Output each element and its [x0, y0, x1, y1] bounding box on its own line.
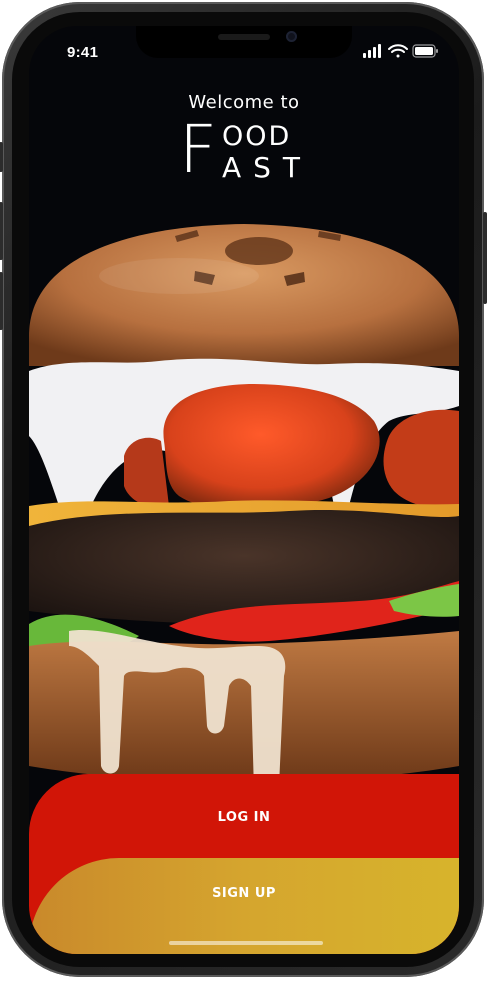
logo-bottom-text: AST [222, 151, 313, 184]
app-screen: Welcome to F OOD AST LOG IN SIGN UP 9:41 [29, 26, 459, 954]
volume-up-button [0, 202, 3, 260]
login-button-label: LOG IN [217, 810, 271, 825]
burger-photo [29, 224, 459, 796]
logo-letter-f: F [179, 111, 217, 188]
mute-switch [0, 142, 3, 172]
status-time: 9:41 [67, 44, 99, 61]
battery-icon [412, 44, 438, 58]
brand-logo: F OOD AST [179, 117, 313, 189]
logo-top-text: OOD [222, 121, 292, 152]
volume-down-button [0, 272, 3, 330]
wifi-icon [388, 44, 408, 58]
notch [136, 26, 352, 58]
home-indicator[interactable] [169, 941, 323, 945]
cellular-signal-icon [363, 44, 381, 58]
status-icons [363, 44, 438, 58]
signup-button[interactable]: SIGN UP [29, 858, 459, 954]
power-button [483, 212, 487, 304]
front-camera-icon [286, 31, 297, 42]
speaker-grille [218, 34, 270, 40]
signup-button-label: SIGN UP [212, 886, 276, 901]
welcome-text: Welcome to [188, 92, 300, 113]
